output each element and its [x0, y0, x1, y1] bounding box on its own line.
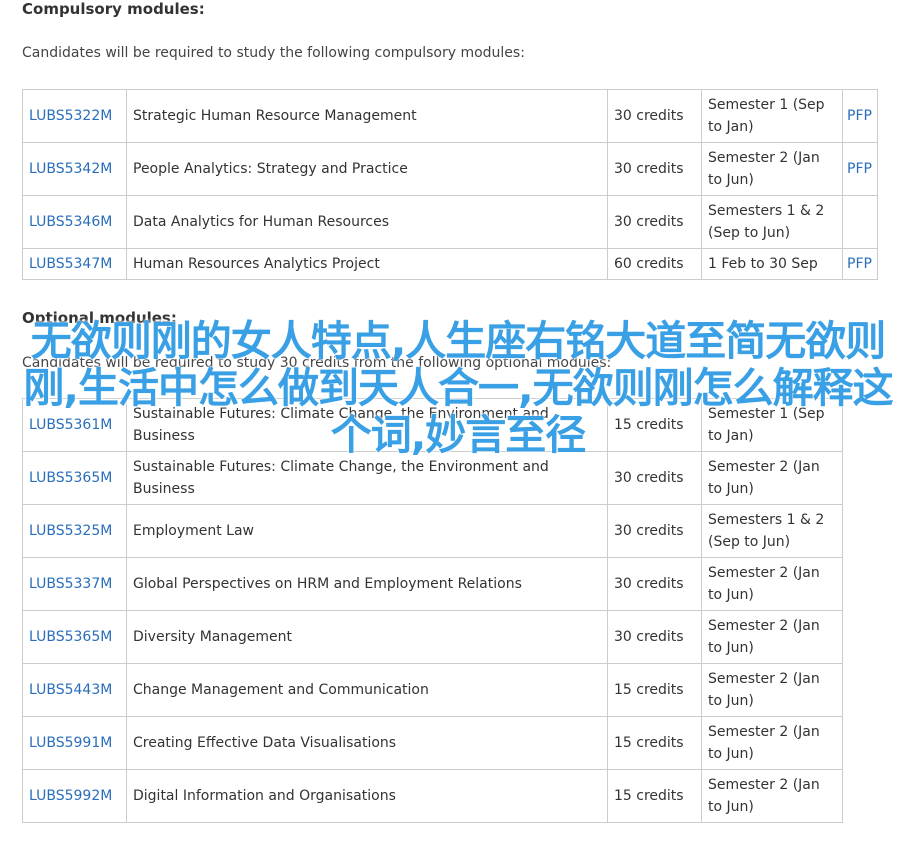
- module-title: Digital Information and Organisations: [126, 769, 608, 823]
- module-semester: Semesters 1 & 2 (Sep to Jun): [701, 195, 843, 249]
- module-title: Data Analytics for Human Resources: [126, 195, 608, 249]
- module-semester: Semester 2 (Jan to Jun): [701, 769, 843, 823]
- module-title: Employment Law: [126, 504, 608, 558]
- table-row: LUBS5991M Creating Effective Data Visual…: [22, 716, 843, 770]
- module-credits: 30 credits: [607, 557, 702, 611]
- module-semester: Semesters 1 & 2 (Sep to Jun): [701, 504, 843, 558]
- module-code-link[interactable]: LUBS5322M: [29, 108, 112, 124]
- module-code-link[interactable]: LUBS5443M: [29, 682, 112, 698]
- module-credits: 60 credits: [607, 248, 702, 280]
- module-title: People Analytics: Strategy and Practice: [126, 142, 608, 196]
- module-title: Change Management and Communication: [126, 663, 608, 717]
- module-credits: 15 credits: [607, 716, 702, 770]
- module-semester: Semester 2 (Jan to Jun): [701, 663, 843, 717]
- module-semester: Semester 2 (Jan to Jun): [701, 610, 843, 664]
- pfp-link[interactable]: PFP: [847, 256, 872, 272]
- module-credits: 30 credits: [607, 451, 702, 505]
- table-row: LUBS5347M Human Resources Analytics Proj…: [22, 248, 878, 280]
- module-title: Sustainable Futures: Climate Change, the…: [126, 451, 608, 505]
- module-credits: 15 credits: [607, 663, 702, 717]
- module-title: Human Resources Analytics Project: [126, 248, 608, 280]
- pfp-link[interactable]: PFP: [847, 108, 872, 124]
- compulsory-intro: Candidates will be required to study the…: [22, 45, 525, 61]
- table-row: LUBS5342M People Analytics: Strategy and…: [22, 142, 878, 196]
- module-credits: 30 credits: [607, 89, 702, 143]
- module-credits: 15 credits: [607, 769, 702, 823]
- pfp-link[interactable]: PFP: [847, 161, 872, 177]
- table-row: LUBS5992M Digital Information and Organi…: [22, 769, 843, 823]
- module-code-link[interactable]: LUBS5365M: [29, 629, 112, 645]
- module-semester: Semester 2 (Jan to Jun): [701, 142, 843, 196]
- module-code-link[interactable]: LUBS5325M: [29, 523, 112, 539]
- module-title: Global Perspectives on HRM and Employmen…: [126, 557, 608, 611]
- module-credits: 30 credits: [607, 610, 702, 664]
- module-semester: Semester 1 (Sep to Jan): [701, 89, 843, 143]
- compulsory-heading: Compulsory modules:: [22, 0, 205, 18]
- module-title: Diversity Management: [126, 610, 608, 664]
- table-row: LUBS5365M Sustainable Futures: Climate C…: [22, 451, 843, 505]
- overlay-caption: 无欲则刚的女人特点,人生座右铭大道至简无欲则刚,生活中怎么做到天人合一,无欲则刚…: [23, 317, 893, 459]
- module-credits: 30 credits: [607, 195, 702, 249]
- table-row: LUBS5337M Global Perspectives on HRM and…: [22, 557, 843, 611]
- module-semester: Semester 2 (Jan to Jun): [701, 557, 843, 611]
- module-credits: 30 credits: [607, 504, 702, 558]
- table-row: LUBS5346M Data Analytics for Human Resou…: [22, 195, 878, 249]
- module-semester: Semester 2 (Jan to Jun): [701, 716, 843, 770]
- module-title: Creating Effective Data Visualisations: [126, 716, 608, 770]
- module-semester: Semester 2 (Jan to Jun): [701, 451, 843, 505]
- module-code-link[interactable]: LUBS5342M: [29, 161, 112, 177]
- module-code-link[interactable]: LUBS5347M: [29, 256, 112, 272]
- table-row: LUBS5443M Change Management and Communic…: [22, 663, 843, 717]
- optional-table: LUBS5361M Sustainable Futures: Climate C…: [22, 398, 843, 823]
- module-code-link[interactable]: LUBS5337M: [29, 576, 112, 592]
- module-code-link[interactable]: LUBS5992M: [29, 788, 112, 804]
- module-title: Strategic Human Resource Management: [126, 89, 608, 143]
- module-code-link[interactable]: LUBS5346M: [29, 214, 112, 230]
- table-row: LUBS5325M Employment Law 30 credits Seme…: [22, 504, 843, 558]
- compulsory-table: LUBS5322M Strategic Human Resource Manag…: [22, 89, 878, 280]
- module-code-link[interactable]: LUBS5365M: [29, 470, 112, 486]
- pfp-cell-empty: [842, 195, 878, 249]
- module-credits: 30 credits: [607, 142, 702, 196]
- module-semester: 1 Feb to 30 Sep: [701, 248, 843, 280]
- table-row: LUBS5365M Diversity Management 30 credit…: [22, 610, 843, 664]
- table-row: LUBS5322M Strategic Human Resource Manag…: [22, 89, 878, 143]
- module-code-link[interactable]: LUBS5991M: [29, 735, 112, 751]
